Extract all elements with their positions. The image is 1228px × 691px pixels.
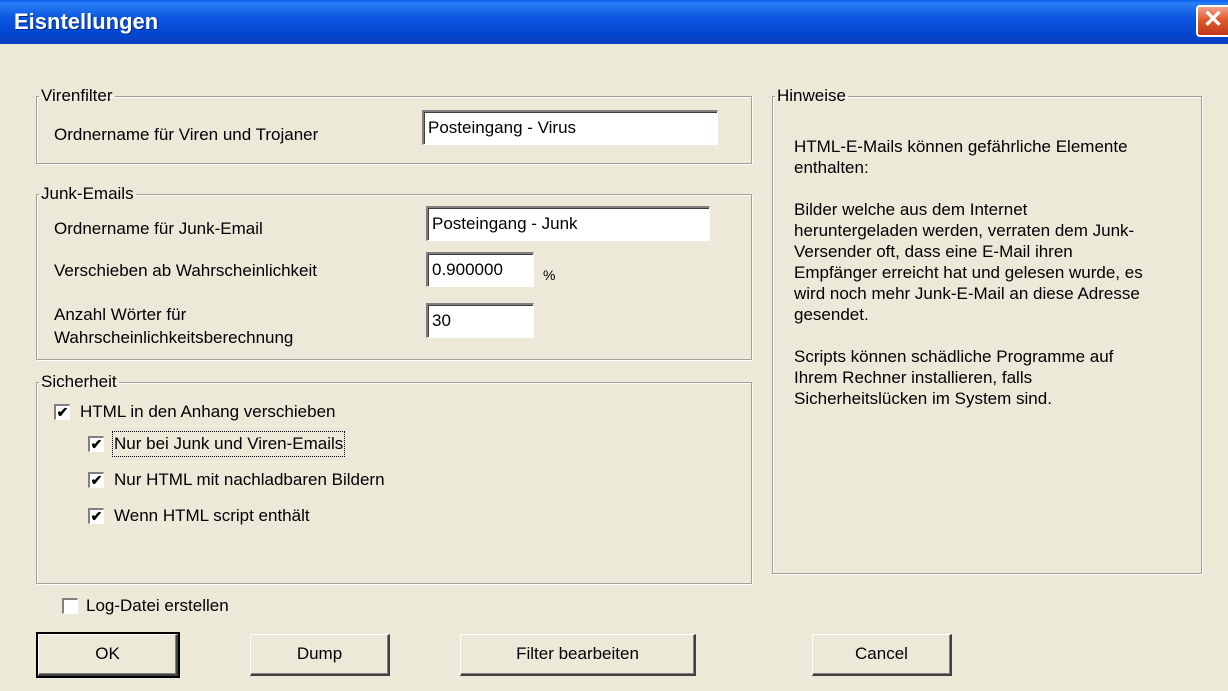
log-file-label[interactable]: Log-Datei erstellen [86, 595, 229, 617]
probability-input[interactable] [426, 252, 534, 287]
dump-button[interactable]: Dump [250, 634, 390, 676]
only-junk-virus-label[interactable]: Nur bei Junk und Viren-Emails [111, 431, 346, 457]
virus-folder-input[interactable] [422, 110, 718, 145]
checkmark-icon: ✔ [90, 436, 103, 452]
window-title: Eisntellungen [14, 9, 159, 34]
only-junk-virus-checkbox[interactable]: ✔ [88, 436, 104, 452]
word-count-label-line1: Anzahl Wörter für [54, 305, 187, 324]
title-bar[interactable]: Eisntellungen ✕ [0, 0, 1228, 44]
only-reloadable-images-checkbox[interactable]: ✔ [88, 472, 104, 488]
filter-edit-button[interactable]: Filter bearbeiten [460, 634, 696, 676]
html-attachment-checkbox[interactable]: ✔ [54, 404, 70, 420]
checkmark-icon: ✔ [56, 404, 69, 420]
hint-paragraph: Scripts können schädliche Programme auf … [794, 347, 1114, 408]
hinweise-text: HTML-E-Mails können gefährliche Elemente… [794, 136, 1154, 430]
sicherheit-legend: Sicherheit [41, 372, 117, 391]
word-count-input[interactable] [426, 303, 534, 338]
junk-emails-legend: Junk-Emails [41, 184, 134, 203]
probability-label: Verschieben ab Wahrscheinlichkeit [54, 261, 318, 280]
ok-button[interactable]: OK [36, 632, 180, 678]
word-count-label-line2: Wahrscheinlichkeitsberechnung [54, 328, 294, 347]
html-script-checkbox[interactable]: ✔ [88, 508, 104, 524]
only-reloadable-images-label[interactable]: Nur HTML mit nachladbaren Bildern [114, 469, 385, 491]
hinweise-legend: Hinweise [777, 86, 846, 105]
html-script-label[interactable]: Wenn HTML script enthält [114, 505, 310, 527]
probability-unit: % [543, 267, 556, 283]
hint-paragraph: Bilder welche aus dem Internet herunterg… [794, 200, 1143, 324]
log-file-checkbox[interactable] [62, 598, 78, 614]
hint-paragraph: HTML-E-Mails können gefährliche Elemente… [794, 137, 1128, 177]
checkmark-icon: ✔ [90, 472, 103, 488]
dialog-body: Virenfilter Ordnername für Viren und Tro… [0, 44, 1228, 691]
junk-folder-label: Ordnername für Junk-Email [54, 219, 263, 238]
virenfilter-legend: Virenfilter [41, 86, 113, 105]
close-button[interactable]: ✕ [1196, 5, 1228, 37]
html-attachment-label[interactable]: HTML in den Anhang verschieben [80, 401, 335, 423]
junk-folder-input[interactable] [426, 206, 710, 241]
checkmark-icon: ✔ [90, 508, 103, 524]
virus-folder-label: Ordnername für Viren und Trojaner [54, 125, 319, 144]
cancel-button[interactable]: Cancel [812, 634, 952, 676]
close-icon: ✕ [1202, 6, 1224, 33]
